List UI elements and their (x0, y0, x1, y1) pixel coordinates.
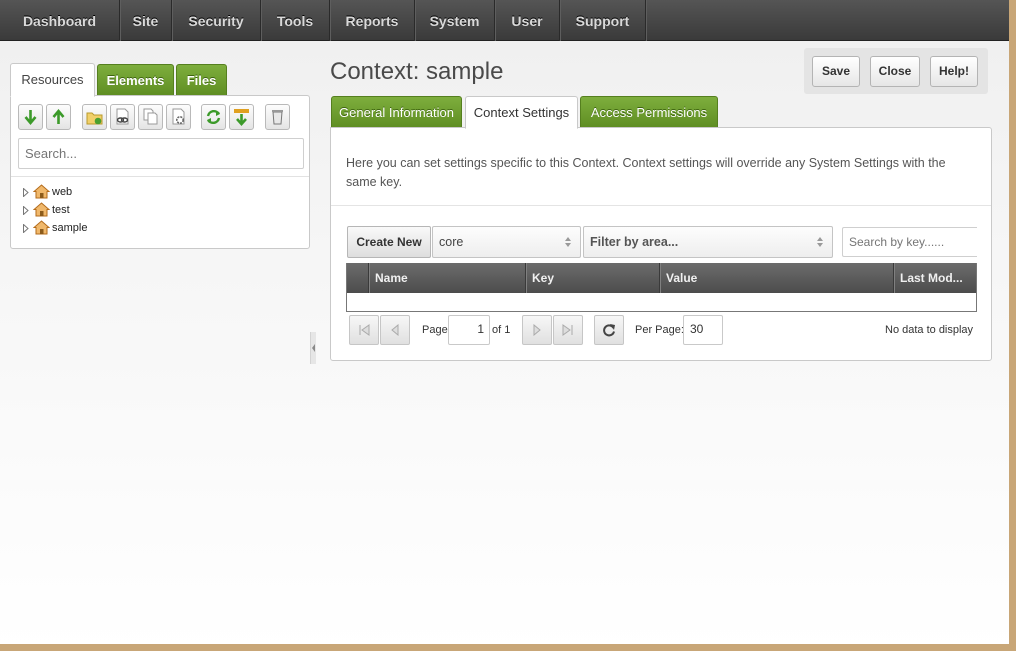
new-static-resource-icon (172, 108, 185, 125)
app-window: Dashboard Site Security Tools Reports Sy… (0, 0, 1009, 644)
area-filter-select[interactable]: Filter by area... (583, 226, 833, 258)
collapse-arrow-icon (312, 344, 315, 352)
help-button[interactable]: Help! (930, 56, 978, 87)
area-filter-placeholder: Filter by area... (590, 235, 679, 249)
tree-node-label: test (52, 204, 70, 216)
resource-tree-panel: Resources Elements Files Search... web t… (10, 62, 310, 249)
column-name[interactable]: Name (368, 263, 525, 293)
column-last-modified[interactable]: Last Mod... (893, 263, 976, 293)
tab-access-permissions[interactable]: Access Permissions (580, 96, 718, 128)
nav-reports[interactable]: Reports (330, 0, 415, 41)
settings-grid: Name Key Value Last Mod... (346, 263, 977, 312)
sort-tree-button[interactable] (229, 104, 254, 130)
per-page-label: Per Page: (635, 324, 684, 336)
create-new-button[interactable]: Create New (347, 226, 431, 258)
left-tabs: Resources Elements Files (10, 62, 310, 97)
context-settings-panel: Here you can set settings specific to th… (330, 127, 992, 361)
combo-caret-icon (565, 237, 571, 247)
context-home-icon (33, 202, 50, 217)
tree-search-input[interactable] (18, 138, 304, 169)
tab-files[interactable]: Files (176, 64, 227, 96)
page-number-input[interactable]: 1 (448, 315, 490, 345)
previous-page-icon (391, 324, 399, 336)
tree-node-label: web (52, 186, 73, 198)
refresh-tree-button[interactable] (201, 104, 226, 130)
context-home-icon (33, 184, 50, 199)
nav-tools[interactable]: Tools (261, 0, 330, 41)
nav-security[interactable]: Security (172, 0, 261, 41)
last-page-button[interactable] (553, 315, 583, 345)
tab-general-information[interactable]: General Information (331, 96, 462, 128)
new-symlink-icon (143, 108, 158, 125)
context-home-icon (33, 220, 50, 235)
expand-all-icon (24, 110, 37, 126)
grid-header: Name Key Value Last Mod... (347, 263, 976, 293)
collapse-all-icon (52, 108, 65, 124)
search-by-key-input[interactable] (842, 227, 977, 257)
page-title: Context: sample (330, 58, 504, 85)
combo-caret-icon (817, 237, 823, 247)
close-button[interactable]: Close (870, 56, 920, 87)
action-buttons: Save Close Help! (804, 48, 988, 94)
tab-resources[interactable]: Resources (10, 63, 95, 97)
refresh-grid-button[interactable] (594, 315, 624, 345)
new-weblink-icon (116, 108, 129, 125)
collapse-all-button[interactable] (46, 104, 71, 130)
grid-expander-column (347, 263, 368, 293)
nav-user[interactable]: User (495, 0, 560, 41)
last-page-icon (562, 324, 573, 336)
purge-icon (272, 110, 283, 125)
new-symlink-button[interactable] (138, 104, 163, 130)
column-key[interactable]: Key (525, 263, 659, 293)
save-button[interactable]: Save (812, 56, 860, 87)
no-data-message: No data to display (885, 324, 974, 336)
expand-arrow-icon (23, 224, 29, 233)
next-page-icon (533, 324, 541, 336)
top-navigation: Dashboard Site Security Tools Reports Sy… (0, 0, 1009, 41)
namespace-value: core (439, 235, 464, 249)
nav-support[interactable]: Support (560, 0, 646, 41)
column-value[interactable]: Value (659, 263, 893, 293)
expand-arrow-icon (23, 206, 29, 215)
new-static-resource-button[interactable] (166, 104, 191, 130)
purge-deleted-button[interactable] (265, 104, 290, 130)
new-document-button[interactable] (82, 104, 107, 130)
nav-site[interactable]: Site (120, 0, 172, 41)
page-label: Page (422, 324, 448, 336)
new-weblink-button[interactable] (110, 104, 135, 130)
per-page-input[interactable]: 30 (683, 315, 723, 345)
tab-elements[interactable]: Elements (97, 64, 174, 96)
namespace-select[interactable]: core (432, 226, 581, 258)
nav-system[interactable]: System (415, 0, 495, 41)
panel-description: Here you can set settings specific to th… (346, 156, 946, 189)
refresh-icon (603, 324, 615, 337)
tree-divider (11, 176, 309, 177)
tree-node-label: sample (52, 222, 88, 234)
new-document-icon (86, 112, 103, 125)
expand-arrow-icon (23, 188, 29, 197)
expand-all-button[interactable] (18, 104, 43, 130)
sort-icon (234, 109, 249, 126)
panel-divider (331, 205, 991, 206)
total-pages-label: of 1 (492, 324, 511, 336)
tab-context-settings[interactable]: Context Settings (465, 96, 578, 129)
first-page-icon (359, 324, 370, 336)
first-page-button[interactable] (349, 315, 379, 345)
tree-container: web test sample (10, 95, 310, 249)
previous-page-button[interactable] (380, 315, 410, 345)
next-page-button[interactable] (522, 315, 552, 345)
collapse-panel-handle[interactable] (310, 332, 316, 364)
refresh-icon (206, 109, 221, 125)
nav-dashboard[interactable]: Dashboard (0, 0, 120, 41)
